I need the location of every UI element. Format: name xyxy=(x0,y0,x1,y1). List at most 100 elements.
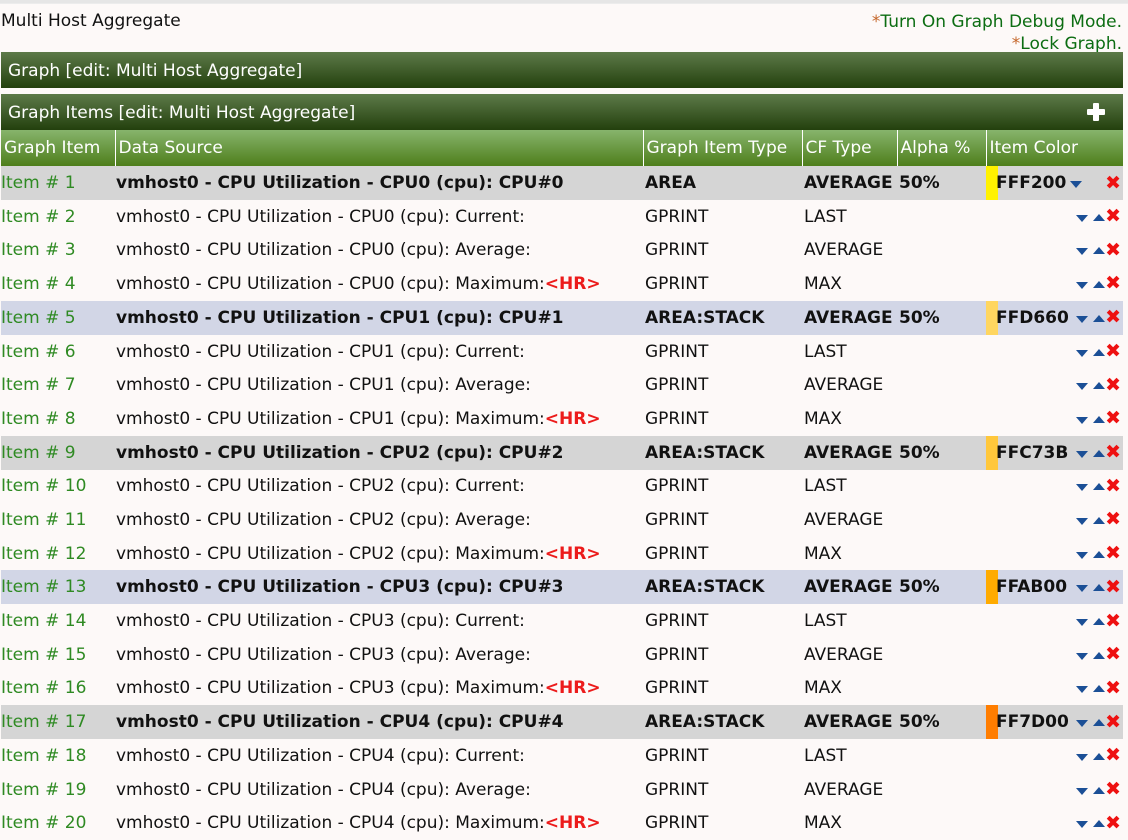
arrow-up-icon[interactable] xyxy=(1093,449,1106,457)
debug-mode-link[interactable]: *Turn On Graph Debug Mode. xyxy=(872,11,1122,33)
arrow-down-icon[interactable] xyxy=(1076,214,1089,222)
arrow-up-icon[interactable] xyxy=(1093,786,1106,794)
graph-item-link[interactable]: Item # 12 xyxy=(1,544,86,564)
graph-item-link[interactable]: Item # 7 xyxy=(1,375,76,395)
delete-x-icon[interactable]: ✖ xyxy=(1105,510,1121,529)
delete-x-icon[interactable]: ✖ xyxy=(1105,274,1121,293)
arrow-down-icon[interactable] xyxy=(1076,248,1089,256)
graph-item-link[interactable]: Item # 2 xyxy=(1,207,76,227)
graph-item-link[interactable]: Item # 1 xyxy=(1,173,76,193)
arrow-up-icon[interactable] xyxy=(1093,348,1106,356)
arrow-up-icon[interactable] xyxy=(1093,516,1106,524)
row-actions: ✖ xyxy=(1076,368,1121,402)
graph-item-type-cell: AREA:STACK xyxy=(643,705,802,740)
graph-item-link[interactable]: Item # 13 xyxy=(1,577,86,597)
row-actions: ✖ xyxy=(1076,806,1121,840)
arrow-up-icon[interactable] xyxy=(1093,820,1106,828)
column-header-graph-item: Graph Item xyxy=(1,130,115,166)
graph-item-cell: Item # 12 xyxy=(1,537,115,571)
graph-item-link[interactable]: Item # 19 xyxy=(1,780,86,800)
graph-item-link[interactable]: Item # 10 xyxy=(1,476,86,496)
delete-x-icon[interactable]: ✖ xyxy=(1105,746,1121,765)
data-source-text: vmhost0 - CPU Utilization - CPU4 (cpu): … xyxy=(116,779,531,800)
arrow-up-icon[interactable] xyxy=(1093,415,1106,423)
table-header-row: Graph Item Data Source Graph Item Type C… xyxy=(1,130,1123,166)
delete-x-icon[interactable]: ✖ xyxy=(1105,780,1121,799)
data-source-cell: vmhost0 - CPU Utilization - CPU3 (cpu): … xyxy=(115,604,643,638)
graph-item-link[interactable]: Item # 16 xyxy=(1,678,86,698)
arrow-up-icon[interactable] xyxy=(1093,550,1106,558)
graph-item-link[interactable]: Item # 3 xyxy=(1,240,76,260)
item-color-cell: ✖ xyxy=(986,200,1123,234)
graph-item-link[interactable]: Item # 20 xyxy=(1,813,86,833)
arrow-up-icon[interactable] xyxy=(1093,618,1106,626)
delete-x-icon[interactable]: ✖ xyxy=(1105,409,1121,428)
graph-item-link[interactable]: Item # 5 xyxy=(1,308,76,328)
arrow-down-icon[interactable] xyxy=(1076,517,1089,525)
graph-item-link[interactable]: Item # 8 xyxy=(1,409,76,429)
arrow-down-icon[interactable] xyxy=(1076,349,1089,357)
graph-item-link[interactable]: Item # 11 xyxy=(1,510,86,530)
arrow-down-icon[interactable] xyxy=(1076,753,1089,761)
delete-x-icon[interactable]: ✖ xyxy=(1105,611,1121,631)
delete-x-icon[interactable]: ✖ xyxy=(1105,813,1121,833)
graph-item-link[interactable]: Item # 6 xyxy=(1,342,76,362)
graph-item-cell: Item # 20 xyxy=(1,806,115,840)
arrow-down-icon[interactable] xyxy=(1076,585,1089,593)
delete-x-icon[interactable]: ✖ xyxy=(1105,678,1121,698)
arrow-down-icon[interactable] xyxy=(1076,416,1089,424)
delete-x-icon[interactable]: ✖ xyxy=(1105,308,1121,327)
cf-type-cell: AVERAGE xyxy=(804,644,884,665)
cf-type-cell: AVERAGE xyxy=(802,435,897,470)
delete-x-icon[interactable]: ✖ xyxy=(1105,342,1121,361)
delete-x-icon[interactable]: ✖ xyxy=(1105,712,1121,732)
arrow-up-icon[interactable] xyxy=(1093,247,1106,255)
arrow-up-icon[interactable] xyxy=(1093,483,1106,491)
graph-item-type-cell: AREA xyxy=(643,166,802,200)
arrow-down-icon[interactable] xyxy=(1076,450,1089,458)
arrow-up-icon[interactable] xyxy=(1093,280,1106,288)
delete-x-icon[interactable]: ✖ xyxy=(1105,443,1121,462)
graph-item-cell: Item # 1 xyxy=(1,166,115,200)
graph-item-link[interactable]: Item # 14 xyxy=(1,611,86,631)
plus-icon[interactable] xyxy=(1087,103,1105,121)
arrow-down-icon[interactable] xyxy=(1076,619,1089,627)
graph-item-link[interactable]: Item # 18 xyxy=(1,746,86,766)
arrow-up-icon[interactable] xyxy=(1093,651,1106,659)
delete-x-icon[interactable]: ✖ xyxy=(1105,173,1121,193)
delete-x-icon[interactable]: ✖ xyxy=(1105,577,1121,597)
arrow-down-icon[interactable] xyxy=(1070,181,1083,188)
arrow-down-icon[interactable] xyxy=(1076,281,1089,289)
arrow-up-icon[interactable] xyxy=(1093,752,1106,760)
item-color-cell: ✖ xyxy=(986,402,1123,436)
arrow-up-icon[interactable] xyxy=(1093,213,1106,221)
delete-x-icon[interactable]: ✖ xyxy=(1105,375,1121,395)
graph-item-link[interactable]: Item # 15 xyxy=(1,645,86,665)
arrow-up-icon[interactable] xyxy=(1093,685,1106,693)
arrow-up-icon[interactable] xyxy=(1093,719,1106,727)
arrow-down-icon[interactable] xyxy=(1076,821,1089,829)
arrow-down-icon[interactable] xyxy=(1076,383,1089,391)
arrow-down-icon[interactable] xyxy=(1076,551,1089,559)
arrow-down-icon[interactable] xyxy=(1076,720,1089,728)
graph-item-link[interactable]: Item # 17 xyxy=(1,712,86,732)
row-actions: ✖ xyxy=(1076,470,1121,504)
arrow-up-icon[interactable] xyxy=(1093,584,1106,592)
graph-item-link[interactable]: Item # 4 xyxy=(1,274,76,294)
delete-x-icon[interactable]: ✖ xyxy=(1105,240,1121,260)
graph-item-link[interactable]: Item # 9 xyxy=(1,443,76,463)
delete-x-icon[interactable]: ✖ xyxy=(1105,207,1121,226)
arrow-down-icon[interactable] xyxy=(1076,315,1089,323)
arrow-down-icon[interactable] xyxy=(1076,787,1089,795)
data-source-cell: vmhost0 - CPU Utilization - CPU1 (cpu): … xyxy=(115,368,643,402)
arrow-up-icon[interactable] xyxy=(1093,314,1106,322)
arrow-down-icon[interactable] xyxy=(1076,484,1089,492)
delete-x-icon[interactable]: ✖ xyxy=(1105,476,1121,496)
arrow-up-icon[interactable] xyxy=(1093,382,1106,390)
graph-section-header: Graph [edit: Multi Host Aggregate] xyxy=(1,52,1123,88)
arrow-down-icon[interactable] xyxy=(1076,686,1089,694)
row-actions: ✖ xyxy=(1076,570,1121,604)
delete-x-icon[interactable]: ✖ xyxy=(1105,544,1121,563)
delete-x-icon[interactable]: ✖ xyxy=(1105,645,1121,664)
arrow-down-icon[interactable] xyxy=(1076,652,1089,660)
